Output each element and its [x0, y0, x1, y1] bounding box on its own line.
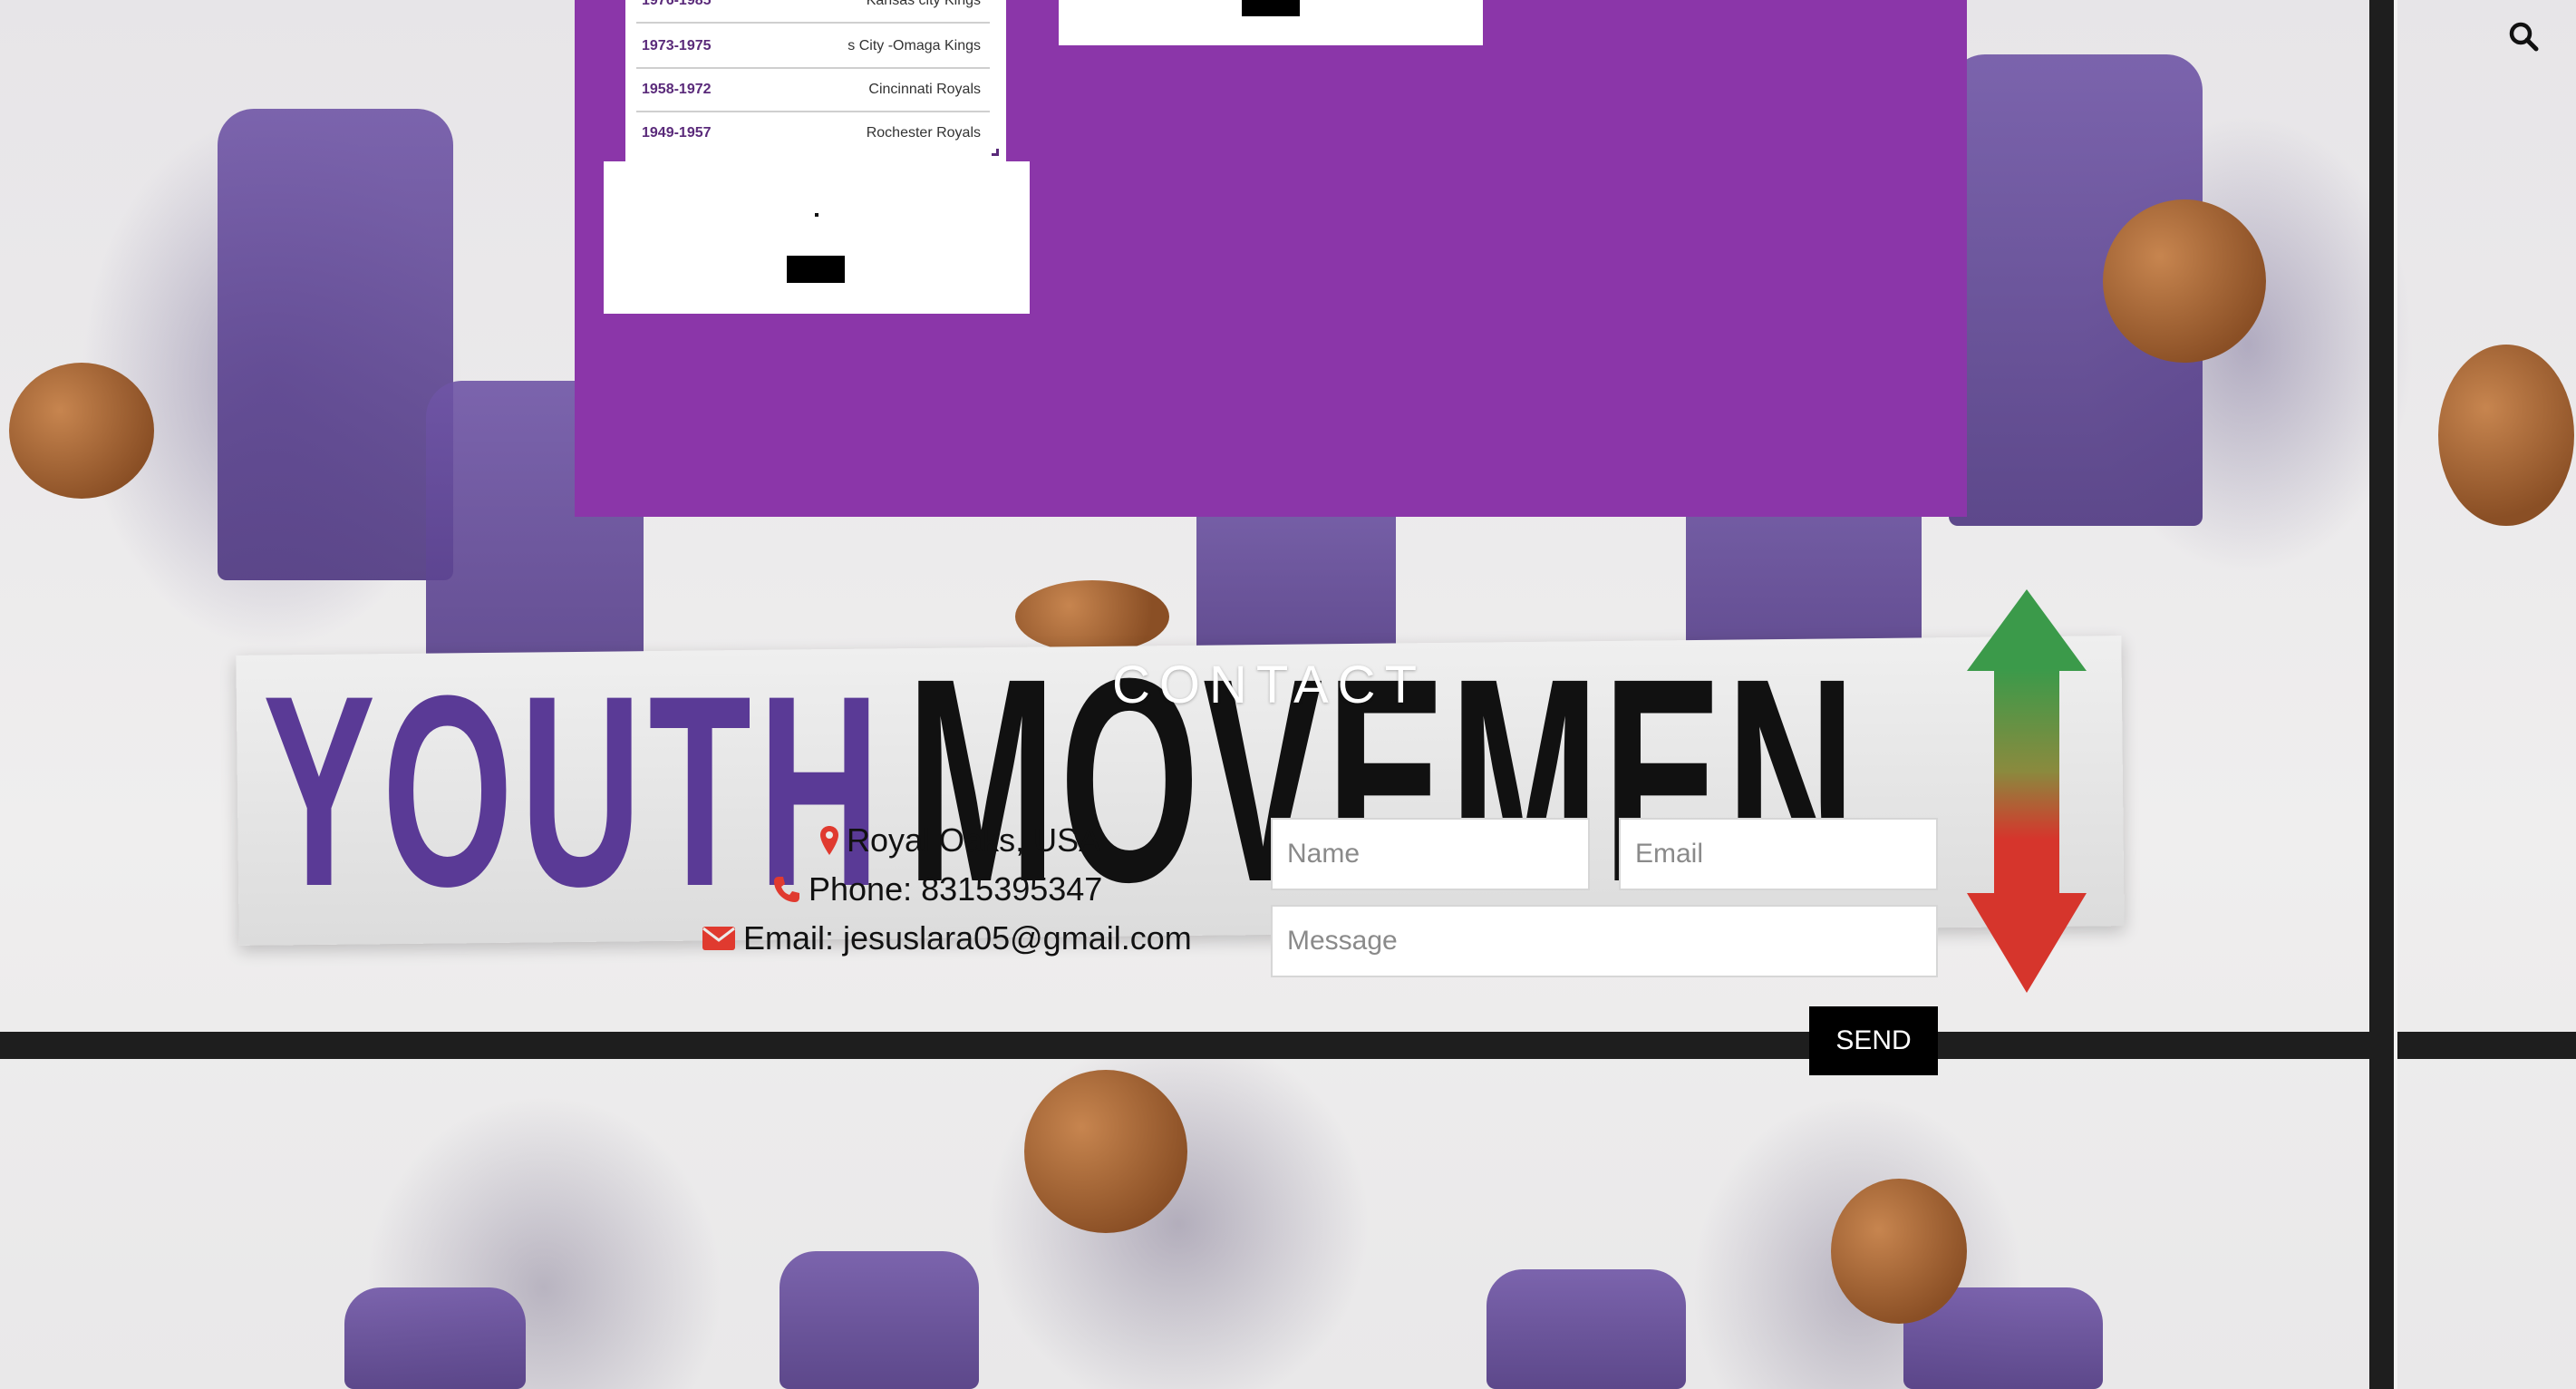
send-button[interactable]: SEND — [1809, 1006, 1938, 1075]
arrow-up-icon — [1967, 589, 2087, 671]
card-dot — [815, 213, 818, 217]
frame-divider-horizontal — [0, 1032, 2576, 1059]
basketball — [9, 363, 154, 499]
player-figure — [780, 1251, 979, 1389]
history-team: Cincinnati Royals — [868, 82, 981, 97]
contact-location: Royal Oaks, USA — [819, 821, 1100, 860]
table-row: 1973-1975 s City -Omaga Kings — [636, 25, 990, 69]
envelope-icon — [702, 927, 735, 950]
history-team: s City -Omaga Kings — [847, 38, 981, 53]
history-years: 1976-1985 — [642, 0, 712, 8]
basketball — [1024, 1070, 1187, 1233]
frame-divider-vertical — [2369, 0, 2395, 1389]
resize-handle-icon[interactable] — [992, 149, 999, 156]
email-text: Email: jesuslara05@gmail.com — [743, 919, 1192, 957]
table-row: 1958-1972 Cincinnati Royals — [636, 69, 990, 112]
info-card — [1059, 0, 1483, 45]
card-button[interactable] — [787, 256, 845, 283]
history-years: 1958-1972 — [642, 82, 712, 97]
table-row: 1949-1957 Rochester Royals — [636, 112, 990, 156]
map-marker-icon — [820, 826, 838, 855]
history-team: Kansas city Kings — [866, 0, 981, 8]
card-button[interactable] — [1242, 0, 1300, 16]
basketball — [1831, 1179, 1967, 1324]
message-field[interactable] — [1271, 905, 1938, 977]
name-field[interactable] — [1271, 818, 1590, 890]
history-team: Rochester Royals — [866, 125, 981, 141]
player-figure — [218, 109, 453, 580]
basketball — [2103, 199, 2266, 363]
location-text: Royal Oaks, USA — [847, 821, 1101, 859]
search-icon[interactable] — [2507, 20, 2540, 53]
contact-heading: CONTACT — [1111, 656, 1426, 714]
team-history-table: 1976-1985 Kansas city Kings 1973-1975 s … — [625, 0, 1006, 161]
contact-phone: Phone: 8315395347 — [772, 870, 1102, 908]
frame-divider-highlight — [2394, 0, 2397, 1389]
phone-text: Phone: 8315395347 — [809, 870, 1103, 908]
info-card — [604, 161, 1030, 314]
contact-email: Email: jesuslara05@gmail.com — [702, 919, 1192, 957]
arrow-shaft — [1994, 669, 2059, 896]
arrow-down-icon — [1967, 893, 2087, 993]
history-years: 1949-1957 — [642, 125, 712, 141]
phone-icon — [774, 877, 799, 902]
basketball — [2438, 345, 2574, 526]
history-years: 1973-1975 — [642, 38, 712, 53]
player-figure — [1487, 1269, 1686, 1389]
email-field[interactable] — [1619, 818, 1938, 890]
table-row: 1976-1985 Kansas city Kings — [636, 0, 990, 24]
player-figure — [344, 1287, 526, 1389]
